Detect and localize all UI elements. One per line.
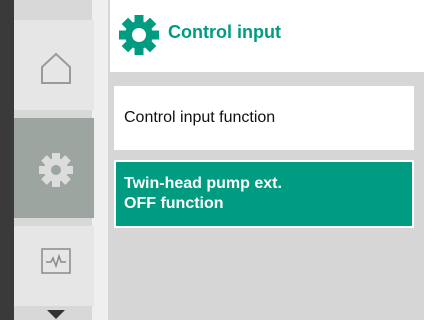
menu-item-label-line-1: Twin-head pump ext. (124, 175, 282, 192)
gear-icon (119, 15, 159, 55)
menu-item-label: Control input function (124, 109, 276, 126)
rail-edge (0, 0, 14, 320)
rail-item-home[interactable] (14, 20, 94, 110)
gear-icon (39, 153, 73, 187)
rail-item-settings[interactable] (14, 118, 94, 218)
chevron-down-icon[interactable] (47, 310, 65, 319)
rail-highlight (92, 0, 108, 320)
menu-item-label-line-2: OFF function (124, 195, 224, 212)
home-icon (41, 52, 71, 84)
trend-icon (41, 248, 71, 274)
page-header: Control input (110, 0, 424, 72)
page-title: Control input (168, 22, 281, 42)
menu-item-twin-head-pump-ext-off[interactable]: Twin-head pump ext. OFF function (114, 160, 414, 228)
menu-list: Control input function Twin-head pump ex… (110, 72, 424, 320)
menu-item-control-input-function[interactable]: Control input function (114, 86, 414, 150)
rail-item-trend[interactable] (14, 226, 94, 306)
navigation-rail (0, 0, 110, 320)
